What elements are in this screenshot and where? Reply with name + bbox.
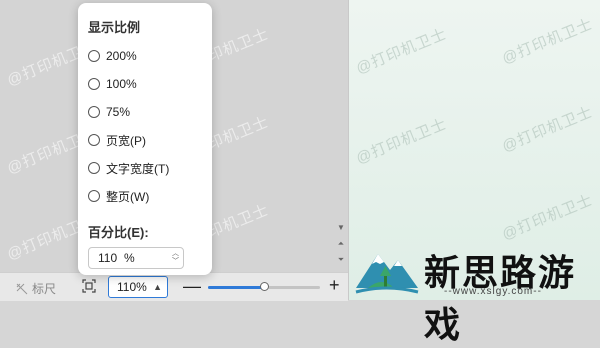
zoom-option-75[interactable]: 75%: [88, 101, 130, 123]
radio-button[interactable]: [88, 134, 100, 146]
scroll-down-icon[interactable]: ▼: [334, 220, 348, 236]
ruler-icon: [16, 283, 28, 294]
zoom-option-whole-page[interactable]: 整页(W): [88, 185, 149, 207]
status-bar: 标尺 110% ▲ — +: [0, 272, 348, 301]
radio-button[interactable]: [88, 50, 100, 62]
option-label: 75%: [106, 105, 131, 119]
zoom-dropdown[interactable]: 110% ▲: [108, 276, 168, 298]
zoom-out-button[interactable]: —: [183, 276, 201, 297]
zoom-slider[interactable]: [208, 282, 320, 291]
zoom-slider-thumb[interactable]: [259, 282, 269, 291]
radio-button[interactable]: [88, 162, 100, 174]
radio-button[interactable]: [88, 78, 100, 90]
zoom-option-200[interactable]: 200%: [88, 45, 137, 67]
radio-button[interactable]: [88, 190, 100, 202]
watermark: @打印机卫士: [499, 103, 596, 156]
chevron-down-icon[interactable]: ﹀: [172, 258, 179, 266]
brand-watermark: 新思路游戏 --www.xslgy.com--: [350, 240, 600, 345]
watermark: @打印机卫士: [353, 115, 450, 168]
mountain-logo-icon: [355, 254, 419, 294]
zoom-option-page-width[interactable]: 页宽(P): [88, 129, 146, 151]
percent-unit: %: [124, 251, 135, 265]
watermark: @打印机卫士: [499, 15, 596, 68]
option-label: 100%: [106, 77, 137, 91]
zoom-option-text-width[interactable]: 文字宽度(T): [88, 157, 169, 179]
option-label: 整页(W): [106, 189, 150, 204]
zoom-in-button[interactable]: +: [329, 275, 340, 296]
option-label: 文字宽度(T): [106, 161, 170, 176]
ruler-toggle[interactable]: 标尺: [16, 280, 56, 297]
previous-page-icon[interactable]: ⏶: [334, 236, 348, 252]
page-nav-buttons[interactable]: ▼ ⏶ ⏷: [334, 220, 348, 270]
fit-page-icon[interactable]: [82, 279, 96, 293]
percent-input[interactable]: 110 % ︿ ﹀: [88, 247, 184, 269]
watermark: @打印机卫士: [353, 25, 450, 78]
percent-stepper[interactable]: ︿ ﹀: [172, 250, 179, 266]
percent-label: 百分比(E):: [88, 225, 149, 240]
radio-button[interactable]: [88, 106, 100, 118]
next-page-icon[interactable]: ⏷: [334, 252, 348, 268]
zoom-ratio-popup: 显示比例 200% 100% 75% 页宽(P) 文字宽度(T) 整页(W) 百…: [78, 3, 212, 275]
chevron-up-icon[interactable]: ︿: [172, 250, 179, 258]
caret-up-icon: ▲: [153, 282, 162, 292]
watermark: @打印机卫士: [499, 191, 596, 244]
ruler-label: 标尺: [32, 282, 57, 296]
option-label: 页宽(P): [106, 133, 146, 148]
percent-value[interactable]: 110: [98, 251, 120, 265]
zoom-slider-fill: [208, 286, 264, 289]
zoom-value: 110%: [117, 280, 147, 294]
brand-url: --www.xslgy.com--: [444, 286, 542, 297]
option-label: 200%: [106, 49, 137, 63]
popup-title: 显示比例: [88, 20, 141, 35]
zoom-option-100[interactable]: 100%: [88, 73, 137, 95]
